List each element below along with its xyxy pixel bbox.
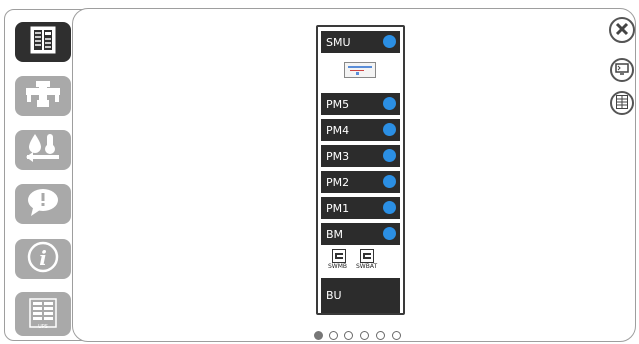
ups-label: UPS [38, 324, 48, 330]
page-dot-4[interactable] [360, 331, 369, 340]
cabinet-row-smu[interactable]: SMU [321, 31, 400, 53]
status-indicator [383, 123, 396, 136]
row-label: PM3 [326, 149, 350, 163]
status-indicator [383, 201, 396, 214]
sidebar-item-ups[interactable]: UPS [15, 292, 71, 336]
module-swbat[interactable]: SWBAT [356, 248, 382, 272]
row-label: PM2 [326, 175, 350, 189]
sidebar-item-topology[interactable] [15, 76, 71, 116]
sidebar-item-environment[interactable] [15, 130, 71, 170]
page-dot-3[interactable] [344, 331, 353, 340]
cabinet-row-pm2[interactable]: PM2 [321, 171, 400, 193]
close-button[interactable] [609, 17, 635, 43]
monitor-button[interactable] [610, 58, 634, 82]
sidebar-item-info[interactable]: i [15, 239, 71, 279]
grid-button[interactable] [610, 91, 634, 115]
module-swmb[interactable]: SWMB [328, 248, 350, 272]
page-dot-1[interactable] [314, 331, 323, 340]
status-indicator [383, 149, 396, 162]
cabinet-row-bu[interactable]: BU [321, 278, 400, 313]
cabinet-icon [27, 24, 59, 60]
status-indicator [383, 227, 396, 240]
network-icon [24, 79, 62, 113]
grid-icon [616, 94, 628, 113]
info-icon: i [26, 240, 60, 278]
sidebar-item-cabinet[interactable] [15, 22, 71, 62]
status-indicator [383, 175, 396, 188]
alarm-bubble-icon [25, 186, 61, 222]
cabinet-row-pm5[interactable]: PM5 [321, 93, 400, 115]
cabinet-row-pm3[interactable]: PM3 [321, 145, 400, 167]
monitor-icon [615, 61, 629, 80]
page-dot-6[interactable] [392, 331, 401, 340]
temperature-humidity-icon [24, 131, 62, 169]
module-label: SWBAT [356, 263, 378, 270]
cabinet-row-pm1[interactable]: PM1 [321, 197, 400, 219]
row-label: PM4 [326, 123, 350, 137]
sidebar-item-alarms[interactable] [15, 184, 71, 224]
row-label: SMU [326, 35, 351, 49]
module-label: SWMB [328, 263, 348, 270]
page-dot-2[interactable] [329, 331, 338, 340]
row-label: BU [326, 289, 342, 302]
status-indicator [383, 35, 396, 48]
row-label: BM [326, 227, 344, 241]
svg-text:i: i [39, 246, 47, 270]
status-indicator [383, 97, 396, 110]
cabinet-diagram: SMU PM5 PM4 PM3 PM2 PM1 BM SWMB SWBAT BU [316, 25, 405, 315]
row-label: PM1 [326, 201, 350, 215]
page-dot-5[interactable] [376, 331, 385, 340]
close-icon [615, 21, 629, 40]
row-label: PM5 [326, 97, 350, 111]
cabinet-row-bm[interactable]: BM [321, 223, 400, 245]
cabinet-row-pm4[interactable]: PM4 [321, 119, 400, 141]
ups-icon: UPS [28, 298, 58, 330]
smu-display-icon [344, 62, 376, 78]
